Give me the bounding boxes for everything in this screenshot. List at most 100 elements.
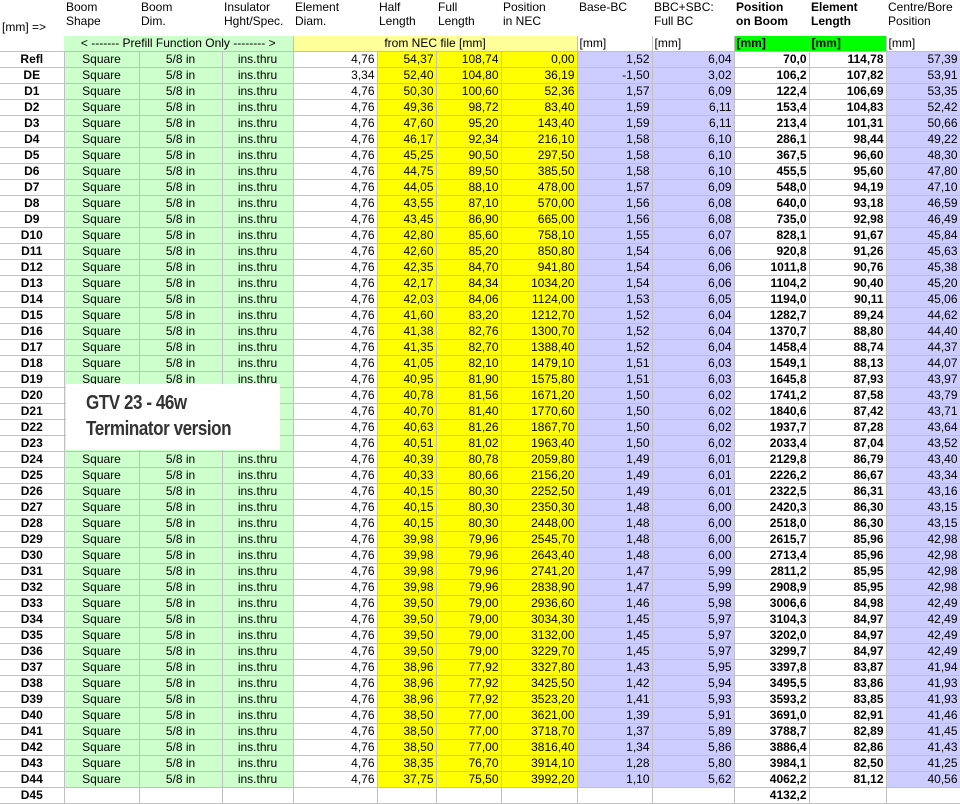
cell-base-bc[interactable]: 1,45 xyxy=(577,627,653,644)
cell-centre-bore[interactable]: 43,79 xyxy=(886,387,960,404)
cell-boom-shape[interactable]: Square xyxy=(64,51,140,68)
cell-bbc-sbc[interactable]: 5,97 xyxy=(652,627,735,644)
cell-half-length[interactable]: 39,50 xyxy=(377,611,437,628)
cell-boom-dim[interactable]: 5/8 in xyxy=(139,643,223,660)
cell-full-length[interactable]: 75,50 xyxy=(436,771,502,788)
cell-insulator[interactable]: ins.thru xyxy=(222,771,294,788)
cell-insulator[interactable]: ins.thru xyxy=(222,531,294,548)
cell-row-label[interactable]: D22 xyxy=(0,419,65,436)
cell-half-length[interactable]: 39,50 xyxy=(377,627,437,644)
cell-boom-shape[interactable]: Square xyxy=(64,339,140,356)
cell-base-bc[interactable]: 1,47 xyxy=(577,579,653,596)
cell-position-nec[interactable]: 1034,20 xyxy=(501,275,578,292)
cell-position-boom[interactable]: 3984,1 xyxy=(734,755,810,772)
cell-boom-dim[interactable]: 5/8 in xyxy=(139,675,223,692)
cell-centre-bore[interactable]: 44,37 xyxy=(886,339,960,356)
cell-full-length[interactable]: 79,00 xyxy=(436,595,502,612)
cell-boom-shape[interactable]: Square xyxy=(64,755,140,772)
cell-row-label[interactable]: D3 xyxy=(0,115,65,132)
cell-half-length[interactable]: 41,60 xyxy=(377,307,437,324)
cell-element-diam[interactable]: 4,76 xyxy=(293,243,378,260)
cell-row-label[interactable]: D23 xyxy=(0,435,65,452)
cell-position-boom[interactable]: 920,8 xyxy=(734,243,810,260)
cell-full-length[interactable]: 79,96 xyxy=(436,547,502,564)
cell-centre-bore[interactable]: 43,16 xyxy=(886,483,960,500)
cell-base-bc[interactable]: 1,49 xyxy=(577,451,653,468)
cell-centre-bore[interactable] xyxy=(886,787,960,804)
cell-bbc-sbc[interactable]: 5,95 xyxy=(652,659,735,676)
cell-half-length[interactable]: 44,05 xyxy=(377,179,437,196)
cell-half-length[interactable]: 40,51 xyxy=(377,435,437,452)
cell-element-diam[interactable]: 4,76 xyxy=(293,643,378,660)
cell-centre-bore[interactable]: 49,22 xyxy=(886,131,960,148)
cell-full-length[interactable]: 88,10 xyxy=(436,179,502,196)
cell-position-nec[interactable]: 758,10 xyxy=(501,227,578,244)
cell-row-label[interactable]: D8 xyxy=(0,195,65,212)
cell-position-boom[interactable]: 367,5 xyxy=(734,147,810,164)
cell-insulator[interactable]: ins.thru xyxy=(222,643,294,660)
cell-position-boom[interactable]: 3104,3 xyxy=(734,611,810,628)
cell-row-label[interactable]: D19 xyxy=(0,371,65,388)
cell-insulator[interactable]: ins.thru xyxy=(222,179,294,196)
cell-base-bc[interactable]: 1,50 xyxy=(577,419,653,436)
cell-position-nec[interactable]: 3132,00 xyxy=(501,627,578,644)
cell-position-boom[interactable]: 3788,7 xyxy=(734,723,810,740)
cell-half-length[interactable]: 40,78 xyxy=(377,387,437,404)
cell-full-length[interactable]: 82,70 xyxy=(436,339,502,356)
cell-element-length[interactable]: 85,95 xyxy=(809,563,887,580)
cell-centre-bore[interactable]: 48,30 xyxy=(886,147,960,164)
cell-half-length[interactable]: 38,96 xyxy=(377,659,437,676)
cell-position-boom[interactable]: 1194,0 xyxy=(734,291,810,308)
cell-position-boom[interactable]: 1458,4 xyxy=(734,339,810,356)
cell-bbc-sbc[interactable]: 5,89 xyxy=(652,723,735,740)
cell-full-length[interactable]: 86,90 xyxy=(436,211,502,228)
cell-half-length[interactable]: 40,15 xyxy=(377,483,437,500)
cell-half-length[interactable]: 40,39 xyxy=(377,451,437,468)
cell-position-boom[interactable]: 3691,0 xyxy=(734,707,810,724)
cell-element-diam[interactable]: 3,34 xyxy=(293,67,378,84)
cell-element-diam[interactable]: 4,76 xyxy=(293,675,378,692)
cell-insulator[interactable]: ins.thru xyxy=(222,163,294,180)
cell-boom-dim[interactable]: 5/8 in xyxy=(139,451,223,468)
cell-bbc-sbc[interactable]: 5,94 xyxy=(652,675,735,692)
cell-element-diam[interactable]: 4,76 xyxy=(293,739,378,756)
cell-row-label[interactable]: D2 xyxy=(0,99,65,116)
cell-bbc-sbc[interactable]: 6,01 xyxy=(652,451,735,468)
cell-position-boom[interactable]: 2908,9 xyxy=(734,579,810,596)
cell-boom-dim[interactable]: 5/8 in xyxy=(139,467,223,484)
cell-base-bc[interactable]: 1,37 xyxy=(577,723,653,740)
cell-bbc-sbc[interactable]: 6,06 xyxy=(652,259,735,276)
cell-element-length[interactable]: 107,82 xyxy=(809,67,887,84)
cell-half-length[interactable]: 40,70 xyxy=(377,403,437,420)
cell-boom-dim[interactable]: 5/8 in xyxy=(139,515,223,532)
cell-full-length[interactable]: 77,92 xyxy=(436,691,502,708)
cell-full-length[interactable]: 104,80 xyxy=(436,67,502,84)
cell-boom-shape[interactable] xyxy=(64,787,140,804)
cell-element-length[interactable]: 84,98 xyxy=(809,595,887,612)
cell-position-nec[interactable]: 3718,70 xyxy=(501,723,578,740)
cell-base-bc[interactable]: 1,39 xyxy=(577,707,653,724)
cell-element-length[interactable]: 84,97 xyxy=(809,611,887,628)
cell-bbc-sbc[interactable]: 5,97 xyxy=(652,643,735,660)
cell-boom-shape[interactable]: Square xyxy=(64,307,140,324)
cell-row-label[interactable]: D37 xyxy=(0,659,65,676)
cell-element-length[interactable]: 91,67 xyxy=(809,227,887,244)
cell-element-length[interactable]: 83,86 xyxy=(809,675,887,692)
cell-element-length[interactable]: 86,30 xyxy=(809,499,887,516)
cell-base-bc[interactable]: 1,52 xyxy=(577,323,653,340)
cell-element-diam[interactable]: 4,76 xyxy=(293,691,378,708)
cell-element-length[interactable]: 92,98 xyxy=(809,211,887,228)
cell-element-diam[interactable]: 4,76 xyxy=(293,419,378,436)
cell-insulator[interactable]: ins.thru xyxy=(222,499,294,516)
cell-element-diam[interactable]: 4,76 xyxy=(293,579,378,596)
cell-row-label[interactable]: D4 xyxy=(0,131,65,148)
cell-full-length[interactable]: 81,90 xyxy=(436,371,502,388)
cell-element-diam[interactable]: 4,76 xyxy=(293,211,378,228)
cell-row-label[interactable]: D43 xyxy=(0,755,65,772)
cell-centre-bore[interactable]: 43,64 xyxy=(886,419,960,436)
cell-base-bc[interactable]: 1,34 xyxy=(577,739,653,756)
cell-centre-bore[interactable]: 43,15 xyxy=(886,515,960,532)
cell-half-length[interactable]: 40,95 xyxy=(377,371,437,388)
cell-boom-dim[interactable]: 5/8 in xyxy=(139,115,223,132)
cell-row-label[interactable]: D17 xyxy=(0,339,65,356)
